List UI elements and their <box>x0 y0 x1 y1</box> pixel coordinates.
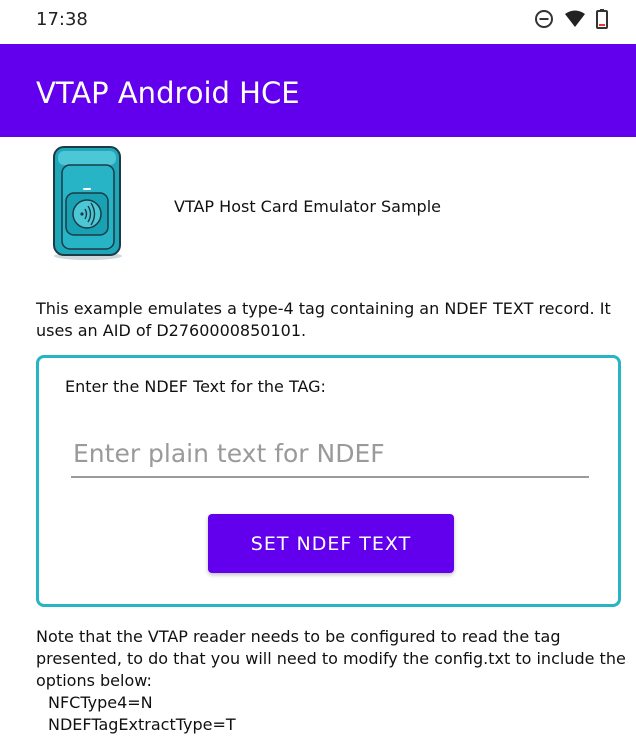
status-icons <box>534 9 608 29</box>
vtap-reader-device-icon <box>48 143 128 261</box>
config-note-text: Note that the VTAP reader needs to be co… <box>36 627 626 690</box>
ndef-form-card: Enter the NDEF Text for the TAG: SET NDE… <box>36 355 621 607</box>
app-screen: 17:38 VTAP Android HCE VTAP Host Card Em… <box>0 0 636 745</box>
config-option-ndef-extract-type: NDEFTagExtractType=T <box>48 715 236 734</box>
status-bar: 17:38 <box>0 0 636 44</box>
status-time: 17:38 <box>36 9 88 30</box>
ndef-text-input[interactable] <box>71 430 589 478</box>
description-text: This example emulates a type-4 tag conta… <box>36 299 611 340</box>
app-bar: VTAP Android HCE <box>0 44 636 137</box>
config-option-nfctype4: NFCType4=N <box>48 693 153 712</box>
config-options-list: NFCType4=N NDEFTagExtractType=T <box>48 692 236 736</box>
set-ndef-text-button[interactable]: SET NDEF TEXT <box>208 514 454 573</box>
sample-title: VTAP Host Card Emulator Sample <box>174 197 441 216</box>
wifi-icon <box>564 10 586 28</box>
do-not-disturb-icon <box>534 9 554 29</box>
battery-icon <box>596 9 608 29</box>
app-title: VTAP Android HCE <box>36 76 300 110</box>
ndef-text-label: Enter the NDEF Text for the TAG: <box>65 377 326 396</box>
